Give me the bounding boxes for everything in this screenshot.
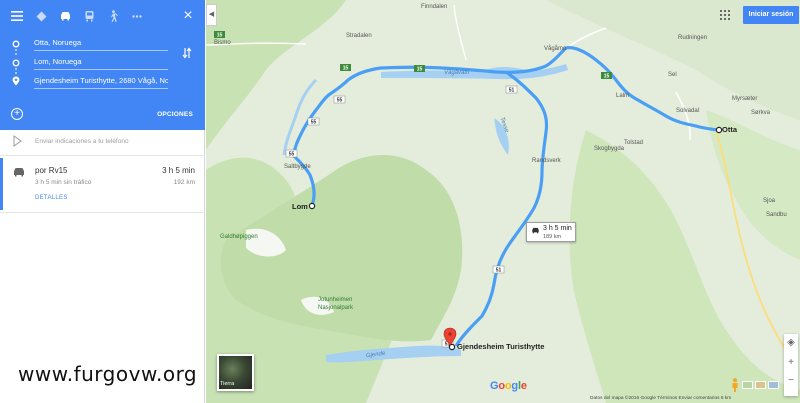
svg-text:15: 15	[343, 66, 349, 72]
city-gjendesheim[interactable]: Gjendesheim Turisthytte	[457, 342, 544, 351]
route-info-box[interactable]: 3 h 5 min 189 km	[526, 222, 576, 242]
best-route-icon[interactable]	[32, 6, 50, 26]
otta-marker	[715, 126, 723, 134]
svg-text:55: 55	[311, 120, 317, 126]
close-icon[interactable]: ×	[178, 6, 198, 26]
compass-icon[interactable]: ◈	[784, 336, 798, 350]
label-finndalen: Finndalen	[421, 4, 448, 10]
label-stradalen: Stradalen	[346, 33, 372, 39]
label-bismo: Bismo	[214, 40, 231, 46]
route-details-link[interactable]: DETALLES	[35, 195, 68, 201]
destination-pin-icon	[12, 76, 20, 86]
collapse-panel-button[interactable]: ◀	[206, 4, 217, 26]
destination-input[interactable]: Gjendesheim Turisthytte, 2680 Vågå, No	[34, 76, 168, 89]
map-copyright: Datos del mapa ©2016 Google Términos Env…	[590, 396, 732, 401]
label-tolstad: Tolstad	[624, 140, 644, 146]
directions-header: × Otta, Noruega Lom, Noruega Gjendesheim…	[0, 0, 205, 130]
label-sandbu: Sandbu	[766, 212, 787, 218]
svg-text:15: 15	[217, 33, 223, 39]
watermark: www.furgovw.org	[18, 362, 198, 386]
label-vagavatn: Vågåvatn	[444, 70, 470, 76]
thumbnail[interactable]	[755, 381, 766, 389]
svg-text:55: 55	[289, 152, 295, 158]
add-destination-icon[interactable]: +	[11, 108, 23, 120]
label-galdhopiggen: Galdhøpiggen	[220, 234, 258, 240]
zoom-control: ◈ + −	[784, 334, 798, 396]
thumbnail[interactable]	[742, 381, 753, 389]
walking-mode-icon[interactable]	[104, 6, 122, 26]
signin-button[interactable]: Iniciar sesión	[743, 6, 799, 24]
stop-marker-icon	[12, 59, 20, 67]
car-icon	[532, 227, 539, 234]
city-lom[interactable]: Lom	[292, 202, 308, 211]
route-via-label: por Rv15	[35, 166, 68, 175]
more-modes-icon[interactable]	[128, 6, 146, 26]
city-otta[interactable]: Otta	[722, 125, 737, 134]
apps-grid-icon[interactable]	[720, 10, 730, 20]
car-icon	[14, 168, 24, 177]
waypoint-destination[interactable]: Gjendesheim Turisthytte, 2680 Vågå, No	[0, 74, 205, 92]
origin-marker-icon	[12, 40, 20, 48]
origin-input[interactable]: Otta, Noruega	[34, 38, 168, 51]
svg-text:55: 55	[337, 98, 343, 104]
stop-input[interactable]: Lom, Noruega	[34, 57, 168, 70]
car-mode-icon[interactable]	[56, 6, 74, 26]
label-jotunheimen: Jotunheimen Nasjonalpark	[318, 297, 354, 311]
divider	[0, 155, 205, 156]
transit-mode-icon[interactable]	[80, 6, 98, 26]
add-destination-row[interactable]: + OPCIONES	[0, 103, 205, 127]
destination-pin-dot	[448, 332, 452, 336]
divider	[0, 212, 205, 213]
thumbnail[interactable]	[768, 381, 779, 389]
route-distance: 192 km	[173, 179, 195, 186]
imagery-thumbnails[interactable]	[742, 381, 780, 391]
svg-text:15: 15	[417, 67, 423, 73]
label-sel: Sel	[668, 72, 677, 78]
route-option-card[interactable]: por Rv15 3 h 5 min 3 h 5 min sin tráfico…	[0, 158, 205, 210]
waypoint-origin[interactable]: Otta, Noruega	[0, 36, 205, 54]
label-sjoa: Sjoa	[763, 198, 776, 204]
route-box-time: 3 h 5 min	[543, 225, 572, 232]
map-canvas[interactable]: 15 15 15 15 51 51 51 55 55 55 Finndalen …	[206, 0, 800, 403]
route-traffic-note: 3 h 5 min sin tráfico	[35, 179, 92, 186]
pegman-icon[interactable]	[731, 378, 739, 392]
label-randsverk: Randsverk	[532, 158, 561, 164]
send-to-phone-link[interactable]: Enviar indicaciones a tu teléfono	[35, 138, 129, 145]
waypoint-stop[interactable]: Lom, Noruega	[0, 55, 205, 73]
swap-icon[interactable]	[180, 47, 194, 61]
travel-mode-row	[0, 6, 205, 26]
zoom-in-button[interactable]: +	[784, 356, 798, 370]
label-solvadal: Solvadal	[676, 108, 700, 114]
svg-text:15: 15	[604, 74, 610, 80]
google-logo: Google	[490, 380, 527, 392]
svg-text:51: 51	[496, 268, 502, 274]
label-myrsaeter: Myrsæter	[732, 96, 758, 102]
label-lalm: Lalm	[616, 93, 630, 99]
label-vagamo: Vågåmo	[544, 46, 567, 52]
label-saltbygde: Saltbygde	[284, 164, 311, 170]
route-dot	[15, 49, 17, 51]
options-button[interactable]: OPCIONES	[157, 111, 193, 118]
phone-send-icon	[13, 135, 22, 147]
route-time: 3 h 5 min	[162, 166, 195, 175]
earth-label: Tierra	[220, 381, 235, 387]
label-skogbygda: Skogbygda	[594, 146, 625, 152]
route-dot	[15, 68, 17, 70]
lom-marker	[308, 202, 316, 210]
label-rudningen: Rudningen	[678, 35, 708, 41]
menu-icon[interactable]	[8, 6, 26, 26]
zoom-out-button[interactable]: −	[784, 374, 798, 388]
route-box-distance: 189 km	[543, 234, 562, 240]
directions-panel: × Otta, Noruega Lom, Noruega Gjendesheim…	[0, 0, 205, 403]
label-sorkva: Sørkva	[751, 110, 771, 116]
svg-text:51: 51	[509, 88, 515, 94]
